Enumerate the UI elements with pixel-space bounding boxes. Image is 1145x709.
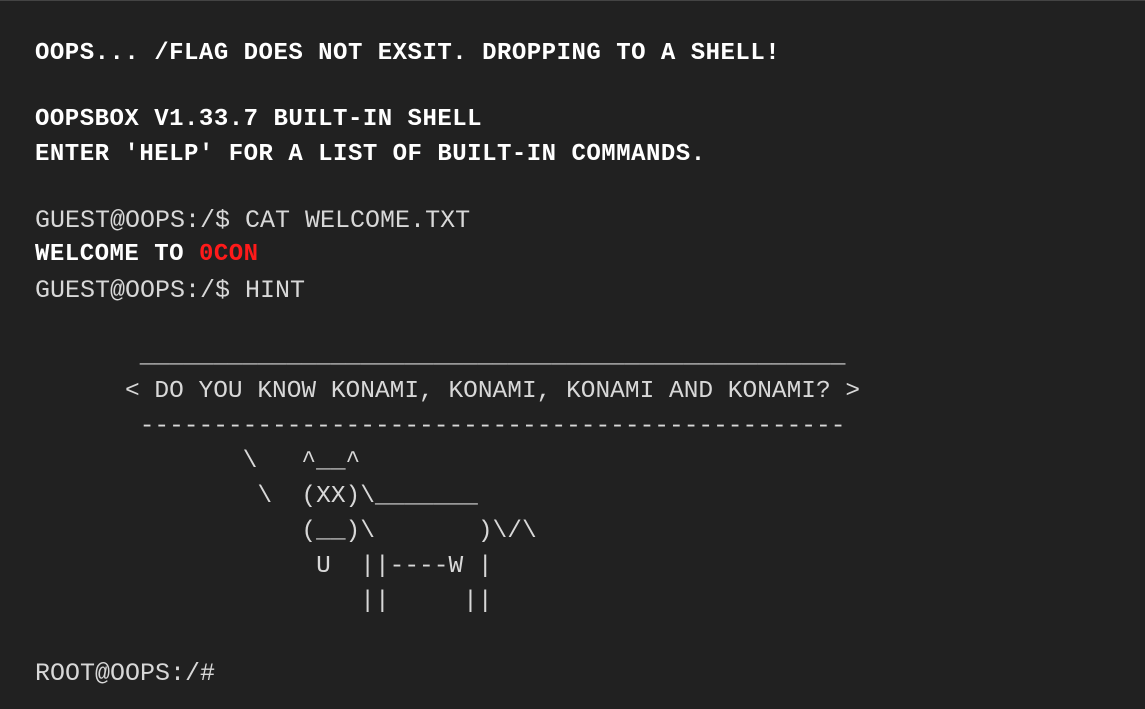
error-message: OOPS... /FLAG DOES NOT EXSIT. DROPPING T…: [35, 40, 781, 67]
cowsay-hint: ________________________________________…: [125, 343, 861, 615]
welcome-output: WELCOME TO 0CON: [35, 243, 259, 267]
banner-title: OOPSBOX V1.33.7 BUILT-IN SHELL: [35, 106, 483, 133]
banner-help: ENTER 'HELP' FOR A LIST OF BUILT-IN COMM…: [35, 141, 706, 168]
command-cat-welcome: GUEST@OOPS:/$ CAT WELCOME.TXT: [35, 206, 471, 235]
welcome-prefix: WELCOME TO: [35, 241, 199, 268]
root-prompt[interactable]: ROOT@OOPS:/#: [35, 661, 217, 686]
terminal-window[interactable]: OOPS... /FLAG DOES NOT EXSIT. DROPPING T…: [0, 1, 1145, 709]
welcome-accent: 0CON: [198, 241, 259, 268]
command-hint: GUEST@OOPS:/$ HINT: [35, 276, 306, 305]
root-prompt-text: ROOT@OOPS:/#: [35, 659, 216, 688]
